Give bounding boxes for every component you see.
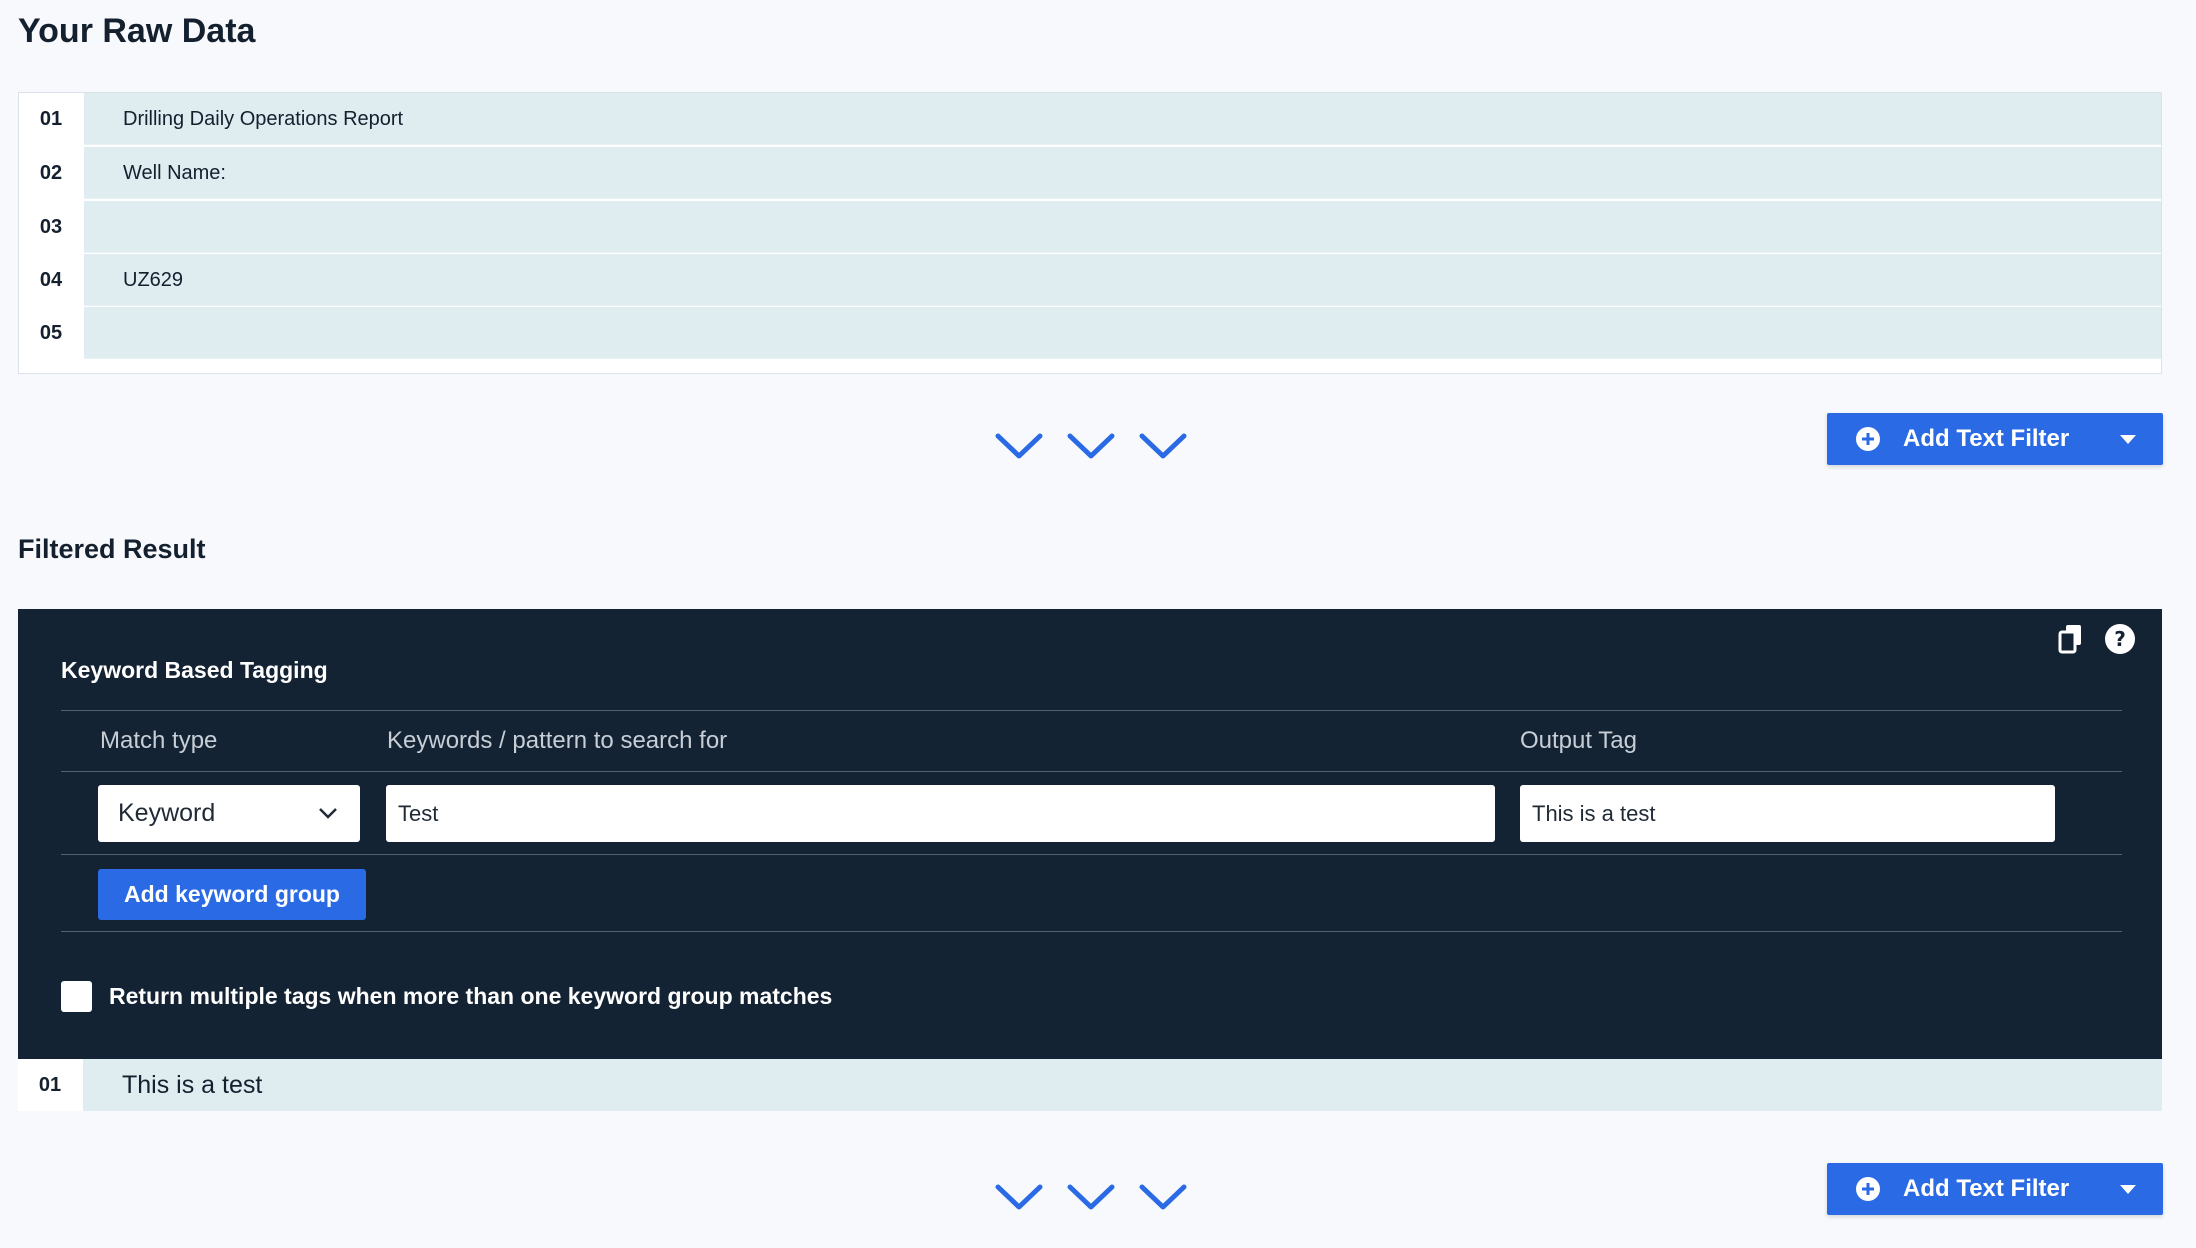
page-title: Your Raw Data bbox=[18, 12, 256, 50]
help-icon[interactable]: ? bbox=[2104, 623, 2136, 655]
add-text-filter-button[interactable]: Add Text Filter bbox=[1827, 413, 2163, 465]
row-text: Well Name: bbox=[84, 147, 2161, 199]
column-header-output-tag: Output Tag bbox=[1520, 727, 1637, 754]
divider bbox=[61, 854, 2122, 855]
keyword-tagging-panel: Keyword Based Tagging ? Match type Keywo… bbox=[18, 609, 2162, 1059]
add-keyword-group-button[interactable]: Add keyword group bbox=[98, 869, 366, 920]
output-tag-input[interactable]: This is a test bbox=[1520, 785, 2055, 842]
chevron-down-icon bbox=[319, 808, 337, 819]
table-row: 01 Drilling Daily Operations Report bbox=[19, 93, 2161, 145]
row-number: 02 bbox=[19, 147, 83, 199]
section-title: Filtered Result bbox=[18, 534, 206, 564]
table-row: 04 UZ629 bbox=[19, 254, 2161, 306]
plus-circle-icon bbox=[1856, 1177, 1880, 1201]
match-type-select[interactable]: Keyword bbox=[98, 785, 360, 842]
row-number: 01 bbox=[19, 93, 83, 145]
chevron-down-icon bbox=[1139, 1184, 1187, 1210]
match-type-value: Keyword bbox=[118, 799, 216, 827]
table-row: 03 bbox=[19, 201, 2161, 253]
copy-icon[interactable] bbox=[2056, 623, 2086, 655]
multi-tag-checkbox[interactable] bbox=[61, 981, 92, 1012]
caret-down-icon[interactable] bbox=[2119, 1183, 2137, 1195]
chevron-down-icon bbox=[995, 1184, 1043, 1210]
row-number: 03 bbox=[19, 201, 83, 253]
chevron-down-icon bbox=[1067, 433, 1115, 459]
row-text: This is a test bbox=[83, 1059, 2162, 1111]
divider bbox=[61, 771, 2122, 772]
panel-icons: ? bbox=[2056, 623, 2136, 655]
chevron-down-icon bbox=[1067, 1184, 1115, 1210]
row-text bbox=[84, 201, 2161, 253]
keywords-input[interactable]: Test bbox=[386, 785, 1495, 842]
row-text bbox=[84, 307, 2161, 359]
row-number: 01 bbox=[38, 1074, 62, 1096]
chevron-down-icon bbox=[1139, 433, 1187, 459]
panel-title: Keyword Based Tagging bbox=[61, 657, 328, 683]
add-text-filter-button[interactable]: Add Text Filter bbox=[1827, 1163, 2163, 1215]
filtered-table-row: 01 This is a test bbox=[18, 1059, 2162, 1111]
flow-chevrons bbox=[994, 1181, 1188, 1211]
add-text-filter-label: Add Text Filter bbox=[1903, 425, 2070, 452]
flow-chevrons bbox=[994, 430, 1188, 460]
caret-down-icon[interactable] bbox=[2119, 433, 2137, 445]
divider bbox=[61, 710, 2122, 711]
table-row: 02 Well Name: bbox=[19, 147, 2161, 199]
table-row: 05 bbox=[19, 307, 2161, 359]
column-header-match-type: Match type bbox=[100, 727, 218, 754]
raw-data-table: 01 Drilling Daily Operations Report 02 W… bbox=[18, 92, 2162, 374]
chevron-down-icon bbox=[995, 433, 1043, 459]
add-text-filter-label: Add Text Filter bbox=[1903, 1175, 2070, 1202]
svg-text:?: ? bbox=[2114, 627, 2126, 651]
column-header-keywords: Keywords / pattern to search for bbox=[387, 727, 728, 754]
row-text: Drilling Daily Operations Report bbox=[84, 93, 2161, 145]
plus-circle-icon bbox=[1856, 427, 1880, 451]
divider bbox=[61, 931, 2122, 932]
row-number: 05 bbox=[19, 307, 83, 359]
row-number: 04 bbox=[19, 254, 83, 306]
multi-tag-label: Return multiple tags when more than one … bbox=[109, 983, 833, 1009]
row-text: UZ629 bbox=[84, 254, 2161, 306]
